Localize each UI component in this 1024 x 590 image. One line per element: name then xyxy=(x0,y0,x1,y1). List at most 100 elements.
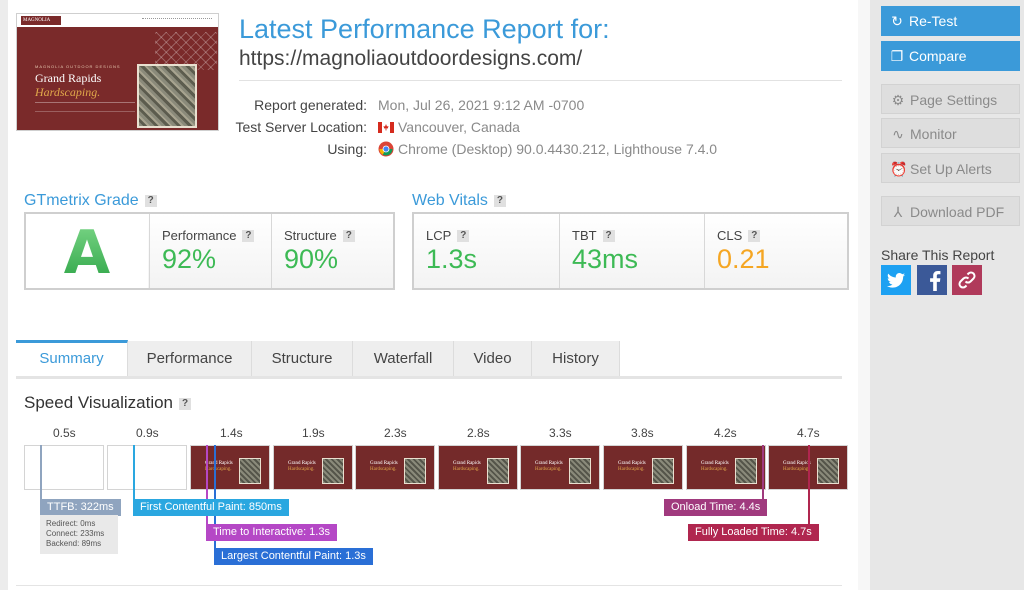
thumbnail-subheadline: Hardscaping. xyxy=(35,85,101,99)
help-icon[interactable]: ? xyxy=(342,230,355,242)
tab-video[interactable]: Video xyxy=(454,341,532,377)
frame-image xyxy=(817,458,839,484)
set-up-alerts-button[interactable]: ⏰ Set Up Alerts xyxy=(881,153,1020,183)
report-url[interactable]: https://magnoliaoutdoordesigns.com/ xyxy=(239,47,582,71)
performance-label: Performance? xyxy=(162,228,255,243)
frame-time: 0.5s xyxy=(53,426,76,440)
ttfb-label: TTFB: 322ms xyxy=(40,499,121,516)
button-label: Set Up Alerts xyxy=(910,161,992,177)
help-icon[interactable]: ? xyxy=(242,230,255,242)
link-icon[interactable] xyxy=(952,265,982,295)
thumbnail-logo: MAGNOLIA xyxy=(21,16,61,25)
tab-waterfall[interactable]: Waterfall xyxy=(353,341,454,377)
grade-letter: A xyxy=(26,218,148,288)
frame-image xyxy=(735,458,757,484)
filmstrip-frame[interactable]: Grand Rapids Hardscaping. xyxy=(438,445,518,490)
lcp-cell: LCP? 1.3s xyxy=(414,214,559,288)
section-divider xyxy=(16,585,842,586)
download-pdf-button[interactable]: ⅄ Download PDF xyxy=(881,196,1020,226)
tabs-underline xyxy=(16,376,842,379)
structure-label: Structure? xyxy=(284,228,355,243)
button-label: Re-Test xyxy=(909,13,958,29)
frame-image xyxy=(652,458,674,484)
frame-text: Hardscaping. xyxy=(370,467,397,472)
gtmetrix-grade-title: GTmetrix Grade? xyxy=(24,192,157,210)
page-settings-button[interactable]: ⚙ Page Settings xyxy=(881,84,1020,114)
frame-text: Hardscaping. xyxy=(288,467,315,472)
web-vitals-title: Web Vitals? xyxy=(412,192,506,210)
frame-text: Hardscaping. xyxy=(453,467,480,472)
section-title-text: Web Vitals xyxy=(412,192,488,209)
filmstrip-frame[interactable]: Grand Rapids Hardscaping. xyxy=(603,445,683,490)
button-label: Page Settings xyxy=(910,92,998,108)
frame-time: 1.9s xyxy=(302,426,325,440)
meta-value: Chrome (Desktop) 90.0.4430.212, Lighthou… xyxy=(398,141,718,157)
filmstrip-frame-blank[interactable] xyxy=(24,445,104,490)
section-title-text: GTmetrix Grade xyxy=(24,192,139,209)
filmstrip-frame[interactable]: Grand Rapids Hardscaping. xyxy=(273,445,353,490)
canada-flag-icon xyxy=(378,122,394,133)
tab-structure[interactable]: Structure xyxy=(252,341,353,377)
site-screenshot-thumbnail[interactable]: MAGNOLIA MAGNOLIA OUTDOOR DESIGNS Grand … xyxy=(16,13,219,131)
frame-text: Hardscaping. xyxy=(618,467,645,472)
meta-value: Vancouver, Canada xyxy=(398,119,520,135)
filmstrip-frame[interactable]: Grand Rapids Hardscaping. xyxy=(190,445,270,490)
tab-summary[interactable]: Summary xyxy=(16,340,128,377)
monitor-button[interactable]: ∿ Monitor xyxy=(881,118,1020,148)
meta-server-location: Test Server Location: Vancouver, Canada xyxy=(235,119,839,137)
structure-cell: Structure? 90% xyxy=(271,214,393,288)
frame-image xyxy=(404,458,426,484)
fully-loaded-label: Fully Loaded Time: 4.7s xyxy=(688,524,819,541)
pulse-icon: ∿ xyxy=(892,126,904,142)
compare-button[interactable]: ❐ Compare xyxy=(881,41,1020,71)
tab-performance[interactable]: Performance xyxy=(128,341,252,377)
filmstrip-frame[interactable]: Grand Rapids Hardscaping. xyxy=(686,445,766,490)
report-tabs: Summary Performance Structure Waterfall … xyxy=(16,340,842,378)
connect-time: Connect: 233ms xyxy=(46,529,105,538)
redirect-time: Redirect: 0ms xyxy=(46,519,96,528)
meta-label: Using: xyxy=(327,141,367,157)
performance-cell: Performance? 92% xyxy=(149,214,271,288)
help-icon[interactable]: ? xyxy=(493,195,506,207)
button-label: Download PDF xyxy=(910,204,1005,220)
thumbnail-photo xyxy=(137,64,197,128)
help-icon[interactable]: ? xyxy=(602,230,615,242)
filmstrip-frame-blank[interactable] xyxy=(107,445,187,490)
frame-time: 4.7s xyxy=(797,426,820,440)
lcp-value: 1.3s xyxy=(426,244,478,274)
help-icon[interactable]: ? xyxy=(748,230,761,242)
pdf-icon: ⅄ xyxy=(893,204,903,220)
tti-label: Time to Interactive: 1.3s xyxy=(206,524,337,541)
fcp-line xyxy=(133,445,135,499)
frame-image xyxy=(239,458,261,484)
performance-value: 92% xyxy=(162,244,217,274)
alarm-clock-icon: ⏰ xyxy=(890,161,908,177)
tab-history[interactable]: History xyxy=(532,341,620,377)
frame-text: Hardscaping. xyxy=(783,467,810,472)
thumbnail-kicker: MAGNOLIA OUTDOOR DESIGNS xyxy=(35,64,121,69)
lcp-label: LCP? xyxy=(426,228,470,243)
thumbnail-headline: Grand Rapids xyxy=(35,71,102,85)
right-gutter xyxy=(858,0,870,590)
ttfb-line xyxy=(40,445,42,499)
facebook-icon[interactable] xyxy=(917,265,947,295)
filmstrip-frame[interactable]: Grand Rapids Hardscaping. xyxy=(520,445,600,490)
frame-image xyxy=(487,458,509,484)
help-icon[interactable]: ? xyxy=(179,398,192,410)
filmstrip-frame[interactable]: Grand Rapids Hardscaping. xyxy=(355,445,435,490)
meta-value: Mon, Jul 26, 2021 9:12 AM -0700 xyxy=(378,97,585,113)
onload-label: Onload Time: 4.4s xyxy=(664,499,768,516)
frame-time: 3.8s xyxy=(631,426,654,440)
twitter-icon[interactable] xyxy=(881,265,911,295)
structure-value: 90% xyxy=(284,244,339,274)
help-icon[interactable]: ? xyxy=(144,195,157,207)
meta-report-generated: Report generated: Mon, Jul 26, 2021 9:12… xyxy=(239,97,839,115)
compare-icon: ❐ xyxy=(890,48,904,64)
fully-loaded-line xyxy=(808,445,810,525)
retest-button[interactable]: ↻ Re-Test xyxy=(881,6,1020,36)
meta-value-wrap: Chrome (Desktop) 90.0.4430.212, Lighthou… xyxy=(378,141,717,157)
speed-visualization-title: Speed Visualization? xyxy=(24,393,192,413)
grade-letter-box: A xyxy=(26,214,148,288)
meta-value-wrap: Vancouver, Canada xyxy=(378,119,520,135)
help-icon[interactable]: ? xyxy=(457,230,470,242)
